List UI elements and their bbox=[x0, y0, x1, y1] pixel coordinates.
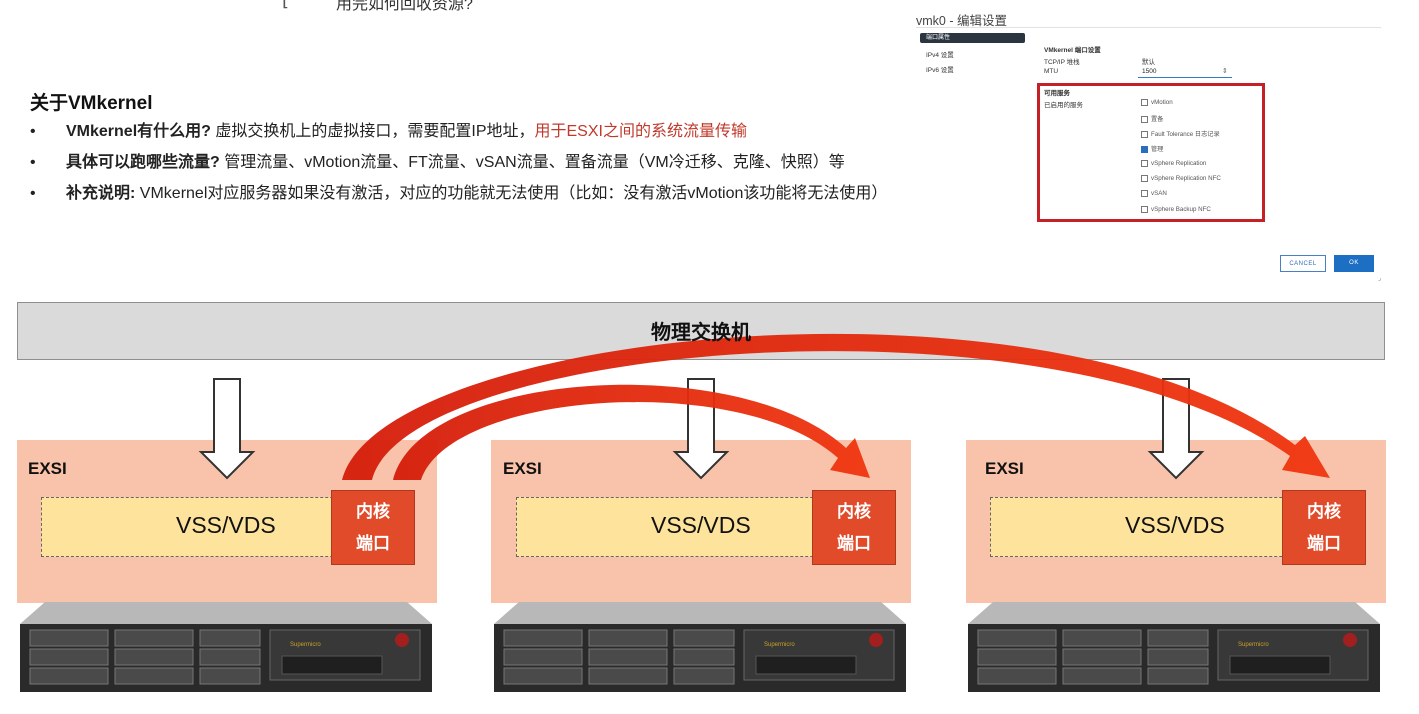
server-image: Supermicro bbox=[968, 602, 1380, 692]
server-image: Supermicro bbox=[494, 602, 906, 692]
svg-text:Supermicro: Supermicro bbox=[1238, 642, 1269, 648]
svg-text:Supermicro: Supermicro bbox=[290, 642, 321, 648]
down-arrow-icon bbox=[198, 378, 256, 480]
physical-switch-label: 物理交换机 bbox=[651, 322, 751, 344]
svg-text:Supermicro: Supermicro bbox=[764, 642, 795, 648]
server-image: Supermicro bbox=[20, 602, 432, 692]
